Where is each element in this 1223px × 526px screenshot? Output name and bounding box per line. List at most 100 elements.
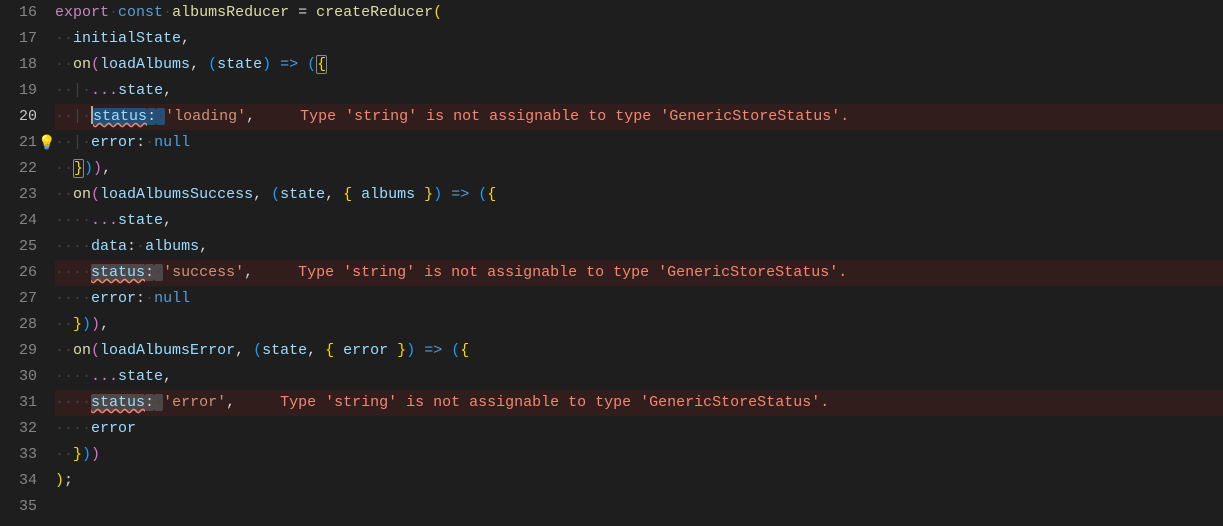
paren: ( <box>433 4 442 21</box>
code-line[interactable]: export·const·albumsReducer = createReduc… <box>55 0 1223 26</box>
function-call: createReducer <box>316 4 433 21</box>
punct: : <box>145 394 154 411</box>
paren: ) <box>262 56 271 73</box>
code-line[interactable]: ··on(loadAlbums, (state) => ({ <box>55 52 1223 78</box>
code-line[interactable]: ··|·status:·'loading', Type 'string' is … <box>55 104 1223 130</box>
property: error <box>91 134 136 151</box>
arrow: => <box>415 342 451 359</box>
whitespace: · <box>82 82 91 99</box>
null-literal: null <box>154 290 190 307</box>
line-number: 20 <box>0 104 37 130</box>
code-line[interactable]: ··})), <box>55 156 1223 182</box>
identifier: state <box>217 56 262 73</box>
bracket-match: { <box>316 55 327 74</box>
brace: } <box>415 186 433 203</box>
code-line[interactable]: ··on(loadAlbumsSuccess, (state, { albums… <box>55 182 1223 208</box>
line-number: 24 <box>0 208 37 234</box>
code-line[interactable]: ····error <box>55 416 1223 442</box>
punct: , <box>246 108 255 125</box>
whitespace: · <box>145 134 154 151</box>
code-line[interactable]: ····...state, <box>55 364 1223 390</box>
punct: : <box>136 134 145 151</box>
code-line[interactable]: ····status:·'success', Type 'string' is … <box>55 260 1223 286</box>
line-number: 32 <box>0 416 37 442</box>
paren: ) <box>55 472 64 489</box>
line-number: 33 <box>0 442 37 468</box>
paren: ) <box>82 446 91 463</box>
paren: ) <box>84 160 93 177</box>
code-line[interactable]: ····...state, <box>55 208 1223 234</box>
whitespace: · <box>82 134 91 151</box>
code-line[interactable]: ··on(loadAlbumsError, (state, { error })… <box>55 338 1223 364</box>
spread: ... <box>91 368 118 385</box>
code-area[interactable]: export·const·albumsReducer = createReduc… <box>55 0 1223 526</box>
property: status <box>91 264 145 281</box>
indent-guide: ·· <box>55 82 73 99</box>
punct: : <box>145 264 154 281</box>
bracket-match: } <box>73 159 84 178</box>
brace: { <box>325 342 343 359</box>
line-number: 25 <box>0 234 37 260</box>
punct: ; <box>64 472 73 489</box>
code-line[interactable]: ); <box>55 468 1223 494</box>
lightbulb-icon[interactable]: 💡 <box>38 131 55 157</box>
paren: ) <box>406 342 415 359</box>
code-editor[interactable]: 16 17 18 19 20 21 22 23 24 25 26 27 28 2… <box>0 0 1223 526</box>
inline-error: Type 'string' is not assignable to type … <box>280 394 829 411</box>
line-number: 29 <box>0 338 37 364</box>
paren: ) <box>433 186 442 203</box>
indent-guide: ···· <box>55 212 91 229</box>
punct: , <box>163 368 172 385</box>
code-line[interactable]: ····data:·albums, <box>55 234 1223 260</box>
line-number: 21 <box>0 130 37 156</box>
identifier: state <box>118 82 163 99</box>
line-number: 23 <box>0 182 37 208</box>
punct: , <box>100 316 109 333</box>
line-number: 26 <box>0 260 37 286</box>
indent-guide: | <box>73 108 82 125</box>
inline-error: Type 'string' is not assignable to type … <box>300 108 849 125</box>
spacing <box>235 394 280 411</box>
property: error <box>91 420 136 437</box>
code-line[interactable]: ··|·...state, <box>55 78 1223 104</box>
punct: : <box>136 290 145 307</box>
paren: ) <box>91 446 100 463</box>
indent-guide: ·· <box>55 186 73 203</box>
code-line[interactable]: ··})) <box>55 442 1223 468</box>
brace: { <box>343 186 361 203</box>
brace: } <box>73 446 82 463</box>
variable: albumsReducer <box>172 4 289 21</box>
paren: ( <box>307 56 316 73</box>
line-number: 16 <box>0 0 37 26</box>
punct: , <box>163 82 172 99</box>
function-call: on <box>73 56 91 73</box>
paren: ) <box>93 160 102 177</box>
code-line[interactable]: ··|·error:·null <box>55 130 1223 156</box>
property: status <box>93 108 147 125</box>
whitespace: · <box>82 108 91 125</box>
code-line[interactable]: ··})), <box>55 312 1223 338</box>
indent-guide: ···· <box>55 420 91 437</box>
paren: ( <box>271 186 280 203</box>
whitespace: · <box>154 394 163 411</box>
code-line[interactable] <box>55 494 1223 520</box>
line-number: 28 <box>0 312 37 338</box>
brace: } <box>388 342 406 359</box>
spacing <box>255 108 300 125</box>
keyword: const <box>118 4 163 21</box>
paren: ) <box>91 316 100 333</box>
punct: , <box>253 186 271 203</box>
line-number: 22 <box>0 156 37 182</box>
code-line[interactable]: ··initialState, <box>55 26 1223 52</box>
punct: , <box>181 30 190 47</box>
inline-error: Type 'string' is not assignable to type … <box>298 264 847 281</box>
brace: { <box>487 186 496 203</box>
indent-guide: ···· <box>55 264 91 281</box>
code-line[interactable]: ····error:·null <box>55 286 1223 312</box>
whitespace: · <box>163 4 172 21</box>
operator: = <box>289 4 316 21</box>
indent-guide: ·· <box>55 342 73 359</box>
identifier: state <box>262 342 307 359</box>
function-call: on <box>73 342 91 359</box>
code-line[interactable]: ····status:·'error', Type 'string' is no… <box>55 390 1223 416</box>
